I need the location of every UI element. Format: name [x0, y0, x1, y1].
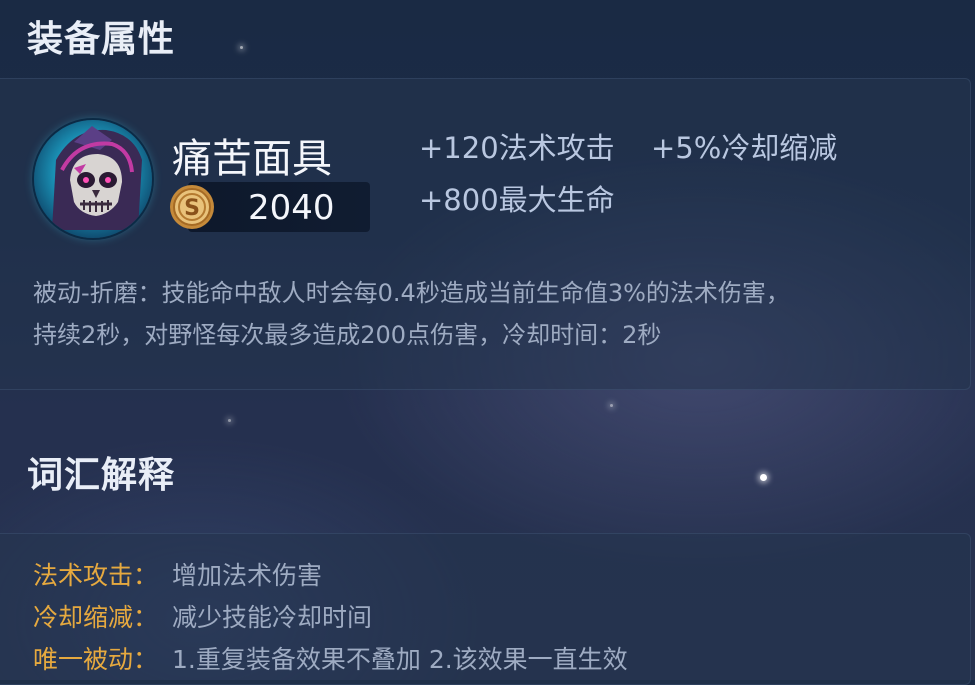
item-price: 2040 [248, 188, 335, 228]
star-decoration [610, 404, 613, 407]
term-value: 1.重复装备效果不叠加 2.该效果一直生效 [172, 645, 628, 674]
equip-section-title: 装备属性 [27, 19, 176, 60]
term-row: 唯一被动： 1.重复装备效果不叠加 2.该效果一直生效 [33, 640, 628, 676]
terms-section-title: 词汇解释 [27, 455, 176, 496]
term-colon: ： [133, 603, 159, 632]
skull-mask-icon[interactable] [34, 120, 152, 238]
star-decoration [240, 46, 243, 49]
star-decoration [760, 474, 767, 481]
term-value: 增加法术伤害 [172, 561, 323, 590]
passive-description-line2: 持续2秒，对野怪每次最多造成200点伤害，冷却时间：2秒 [33, 321, 662, 349]
stat-magic-attack: +120法术攻击 [419, 131, 615, 165]
star-decoration [228, 419, 231, 422]
term-value: 减少技能冷却时间 [172, 603, 373, 632]
term-colon: ： [133, 645, 159, 674]
item-name: 痛苦面具 [172, 136, 332, 182]
stat-max-health: +800最大生命 [419, 183, 615, 217]
term-row: 冷却缩减： 减少技能冷却时间 [33, 598, 372, 634]
term-colon: ： [133, 561, 159, 590]
passive-description-line1: 被动-折磨：技能命中敌人时会每0.4秒造成当前生命值3%的法术伤害， [33, 279, 790, 307]
gold-coin-icon: S [168, 183, 216, 231]
term-key: 冷却缩减 [33, 603, 134, 632]
svg-text:S: S [184, 196, 200, 221]
item-portrait [52, 126, 142, 230]
term-key: 法术攻击 [33, 561, 134, 590]
term-key: 唯一被动 [33, 645, 134, 674]
stat-cooldown-reduction: +5%冷却缩减 [651, 131, 838, 165]
term-row: 法术攻击： 增加法术伤害 [33, 556, 322, 592]
